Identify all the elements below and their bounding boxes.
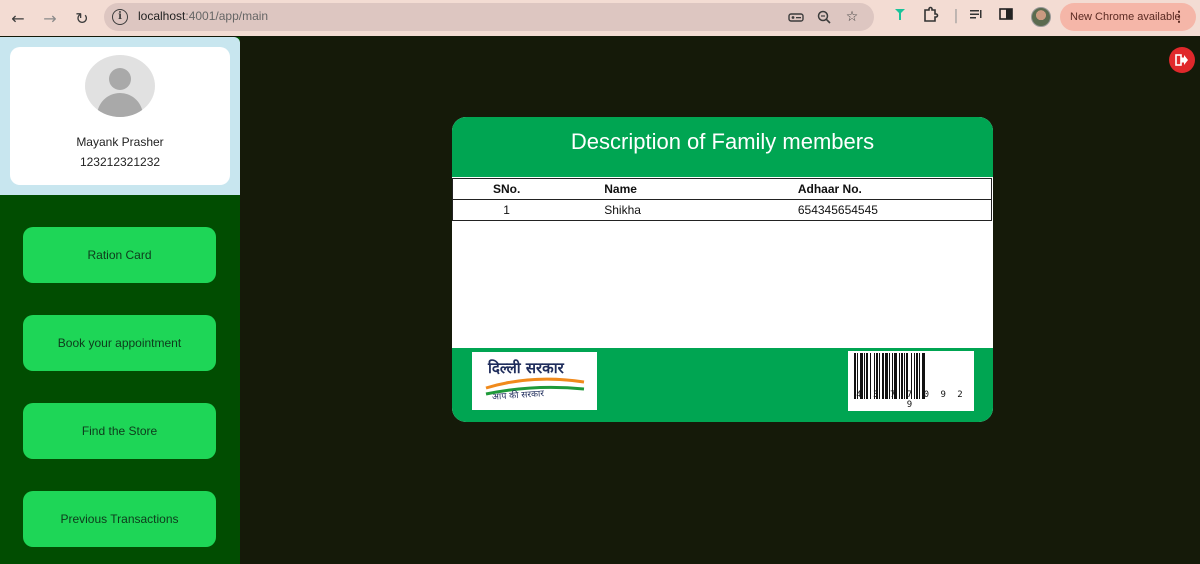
profile-id: 123212321232	[79, 155, 161, 169]
logout-icon	[1175, 54, 1188, 66]
avatar-head	[109, 68, 131, 90]
url-host: localhost	[138, 9, 186, 23]
cell-sno: 1	[452, 199, 561, 221]
toolbar-divider: |	[953, 8, 959, 24]
profile-avatar-icon[interactable]	[1031, 7, 1051, 27]
table-row: 1 Shikha 654345654545	[452, 199, 992, 221]
members-table: SNo. Name Adhaar No. 1 Shikha 6543456545…	[452, 178, 992, 221]
find-store-button[interactable]: Find the Store	[23, 403, 216, 459]
sidebar-item-label: Book your appointment	[57, 336, 182, 350]
url-path: :4001/app/main	[185, 9, 269, 23]
col-header-name: Name	[560, 178, 756, 200]
back-icon[interactable]: ←	[6, 6, 30, 30]
table-header-row: SNo. Name Adhaar No.	[452, 178, 992, 200]
sidebar-item-label: Ration Card	[87, 248, 152, 262]
logout-button[interactable]	[1169, 47, 1195, 73]
media-queue-icon[interactable]	[966, 6, 986, 26]
address-bar[interactable]: i localhost:4001/app/main ☆	[104, 3, 874, 31]
zoom-icon[interactable]	[816, 9, 832, 25]
ration-card-button[interactable]: Ration Card	[23, 227, 216, 283]
delhi-govt-logo: दिल्ली सरकार आप की सरकार	[472, 352, 597, 410]
profile-card: Mayank Prasher 123212321232	[10, 47, 230, 185]
card-footer: दिल्ली सरकार आप की सरकार 4 3 7 7 0 9 2 9	[452, 348, 993, 422]
forward-icon[interactable]: →	[38, 6, 62, 30]
extensions-icon[interactable]	[920, 6, 940, 26]
card-title: Description of Family members	[570, 129, 875, 154]
col-header-sno: SNo.	[452, 178, 561, 200]
cell-adhaar: 654345654545	[755, 199, 992, 221]
barcode-digits: 4 3 7 7 0 9 2 9	[856, 390, 966, 410]
sidebar-item-label: Find the Store	[81, 424, 158, 438]
more-options-icon[interactable]: ⋮	[1172, 8, 1186, 25]
user-avatar-icon	[85, 55, 155, 117]
logo-swoosh	[485, 377, 585, 396]
browser-toolbar: ← → ↻ i localhost:4001/app/main ☆ | New …	[0, 0, 1200, 36]
cell-name: Shikha	[560, 199, 756, 221]
bookmark-star-icon[interactable]: ☆	[844, 9, 860, 25]
site-info-icon[interactable]: i	[112, 9, 128, 25]
side-panel-icon[interactable]	[996, 6, 1016, 26]
url-text[interactable]: localhost:4001/app/main	[138, 9, 268, 23]
family-members-card: Description of Family members SNo. Name …	[452, 117, 993, 422]
sidebar-item-label: Previous Transactions	[60, 512, 179, 526]
book-appointment-button[interactable]: Book your appointment	[23, 315, 216, 371]
chrome-update-label: New Chrome available	[1070, 11, 1181, 23]
avatar-body	[97, 93, 143, 117]
card-header: Description of Family members	[452, 117, 993, 177]
sidebar: Mayank Prasher 123212321232 Ration Card …	[0, 37, 240, 564]
barcode: 4 3 7 7 0 9 2 9	[848, 351, 974, 411]
key-icon[interactable]	[788, 9, 804, 25]
extension-puzzle-green-icon[interactable]	[890, 6, 910, 26]
profile-name: Mayank Prasher	[76, 135, 164, 149]
reload-icon[interactable]: ↻	[70, 6, 94, 30]
col-header-adhaar: Adhaar No.	[755, 178, 992, 200]
profile-area: Mayank Prasher 123212321232	[0, 37, 240, 195]
chrome-update-button[interactable]: New Chrome available ⋮	[1060, 3, 1196, 31]
previous-transactions-button[interactable]: Previous Transactions	[23, 491, 216, 547]
